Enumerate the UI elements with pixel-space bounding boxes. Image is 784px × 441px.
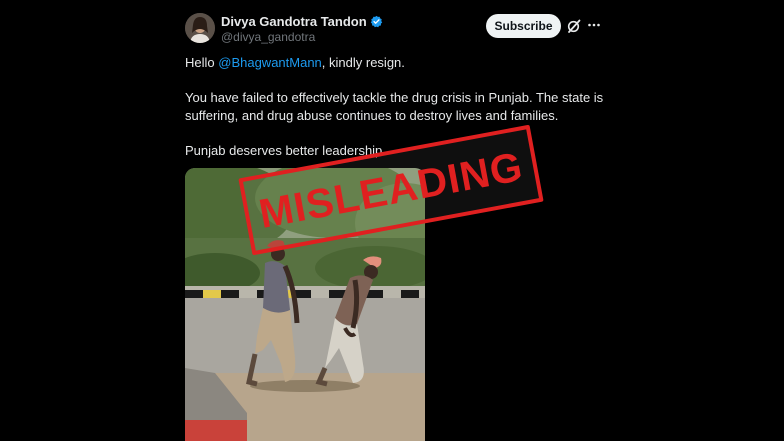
author-display-name[interactable]: Divya Gandotra Tandon xyxy=(221,14,383,31)
greeting-suffix: , kindly resign. xyxy=(321,55,405,70)
author-name-text: Divya Gandotra Tandon xyxy=(221,14,367,29)
verified-badge-icon xyxy=(370,15,383,31)
tweet-text-greeting: Hello @BhagwantMann, kindly resign. xyxy=(185,55,405,70)
greeting-prefix: Hello xyxy=(185,55,219,70)
more-horizontal-icon[interactable] xyxy=(588,17,600,33)
tweet-text-line-1: You have failed to effectively tackle th… xyxy=(185,90,604,105)
mention-link[interactable]: @BhagwantMann xyxy=(218,55,322,70)
avatar[interactable] xyxy=(185,13,215,43)
grok-icon[interactable] xyxy=(566,18,582,34)
tweet-text-line-2: suffering, and drug abuse continues to d… xyxy=(185,108,559,123)
subscribe-button[interactable]: Subscribe xyxy=(486,14,561,38)
tweet-card: Divya Gandotra Tandon @divya_gandotra Su… xyxy=(0,0,784,441)
avatar-image xyxy=(185,13,215,43)
author-handle[interactable]: @divya_gandotra xyxy=(221,30,315,44)
